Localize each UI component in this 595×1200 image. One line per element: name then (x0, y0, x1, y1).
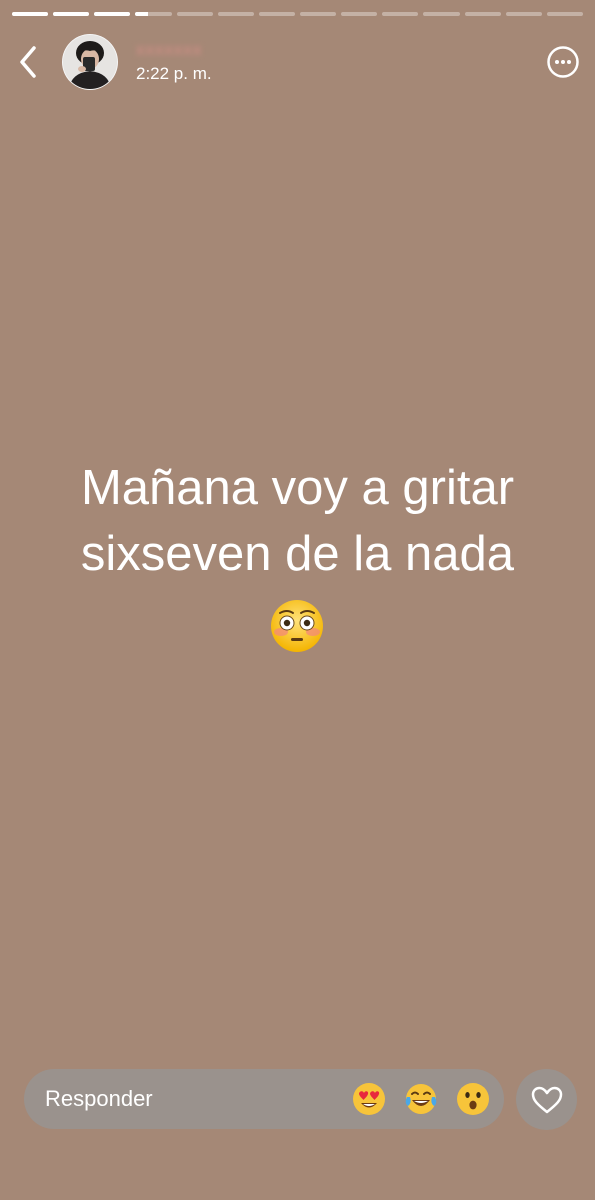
chevron-left-icon (20, 46, 36, 78)
story-progress-fill (53, 12, 90, 16)
story-progress-segment (382, 12, 419, 16)
heart-outline-icon (531, 1086, 562, 1113)
story-progress-segment (546, 12, 583, 16)
story-progress-segment (217, 12, 254, 16)
tears-of-joy-face-icon[interactable] (404, 1082, 438, 1116)
username[interactable]: xxxxxxx (136, 40, 203, 60)
more-horizontal-icon (547, 46, 579, 78)
avatar-photo (63, 35, 117, 89)
story-progress-bar (12, 12, 583, 16)
story-progress-segment (299, 12, 337, 16)
story-progress-segment (464, 12, 501, 16)
story-progress-segment (53, 12, 90, 16)
story-progress-fill (135, 12, 149, 16)
avatar[interactable] (62, 34, 118, 90)
reply-input[interactable]: Responder (24, 1069, 504, 1129)
story-progress-segment (12, 12, 49, 16)
back-button[interactable] (14, 44, 42, 80)
story-progress-segment (135, 12, 172, 16)
flushed-face-icon (271, 600, 323, 652)
story-progress-segment (505, 12, 542, 16)
story-progress-segment (423, 12, 460, 16)
story-progress-segment (258, 12, 295, 16)
story-header: xxxxxxx 2:22 p. m. (0, 30, 595, 94)
story-text-line-1: Mañana voy a gritar (80, 461, 515, 515)
story-progress-segment (176, 12, 213, 16)
story-progress-segment (341, 12, 378, 16)
reply-placeholder: Responder (45, 1086, 153, 1111)
story-progress-fill (12, 12, 49, 16)
like-button[interactable] (516, 1069, 577, 1130)
heart-eyes-face-icon[interactable] (352, 1082, 386, 1116)
story-progress-fill (94, 12, 131, 16)
story-text-line-2: sixseven de la nada (80, 527, 515, 581)
story-timestamp: 2:22 p. m. (136, 64, 212, 83)
surprised-face-icon[interactable] (456, 1082, 490, 1116)
story-progress-segment (94, 12, 131, 16)
story-text: Mañana voy a gritar sixseven de la nada (20, 455, 575, 587)
more-options-button[interactable] (547, 46, 579, 78)
